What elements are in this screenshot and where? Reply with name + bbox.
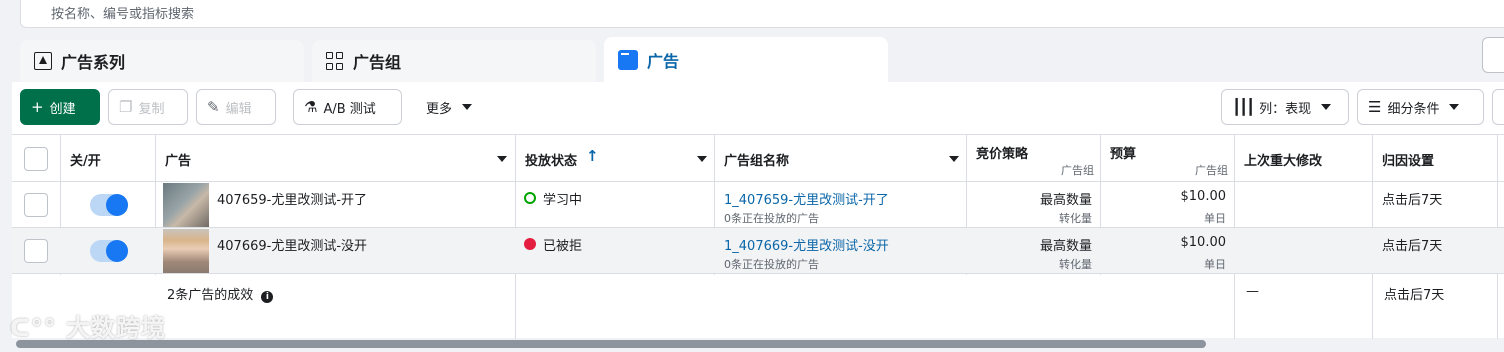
budget-value: $10.00 [1180, 235, 1227, 250]
delivery-status: 学习中 [543, 193, 583, 208]
adset-name-link[interactable]: 1_407669-尤里改测试-没开 [724, 235, 889, 254]
table-row[interactable]: 407659-尤里改测试-开了 学习中 1_407659-尤里改测试-开了 0条… [12, 182, 1504, 228]
bid-strategy-sub: 转化量 [1059, 258, 1092, 271]
header-bid-strategy[interactable]: 竞价策略 [976, 143, 1028, 162]
horizontal-scrollbar[interactable] [16, 340, 1206, 348]
ad-icon [618, 49, 638, 70]
attribution-value: 点击后7天 [1382, 193, 1443, 208]
budget-value: $10.00 [1180, 189, 1227, 204]
header-budget-sub: 广告组 [1195, 164, 1228, 177]
table-row[interactable]: 407669-尤里改测试-没开 已被拒 1_407669-尤里改测试-没开 0条… [12, 228, 1504, 274]
bid-strategy: 最高数量 [1039, 239, 1092, 254]
more-label: 更多 [426, 101, 453, 117]
columns-icon: ┃┃┃ [1232, 98, 1255, 116]
chevron-down-icon[interactable] [497, 156, 507, 162]
ad-thumbnail[interactable] [163, 229, 209, 273]
create-label: 创建 [49, 101, 76, 117]
edit-button[interactable]: ✎ 编辑 [196, 89, 276, 125]
toolbar-overflow-button[interactable] [1492, 89, 1504, 125]
ad-name[interactable]: 407669-尤里改测试-没开 [217, 235, 367, 254]
row-checkbox[interactable] [24, 239, 48, 263]
attribution-value: 点击后7天 [1382, 239, 1443, 254]
chevron-down-icon [1321, 104, 1332, 110]
select-all-checkbox[interactable] [24, 147, 48, 171]
adset-name-link[interactable]: 1_407659-尤里改测试-开了 [724, 189, 889, 208]
table-header: 关/开 广告 投放状态 ↑ 广告组名称 竞价策略 广告组 预算 广告组 上次重大… [12, 135, 1504, 182]
adset-sub: 0条正在投放的广告 [724, 258, 819, 271]
header-bid-strategy-sub: 广告组 [1061, 164, 1094, 177]
ad-name[interactable]: 407659-尤里改测试-开了 [217, 189, 367, 208]
chevron-down-icon [1449, 104, 1460, 110]
summary-attribution: 点击后7天 [1384, 288, 1445, 303]
search-placeholder[interactable]: 按名称、编号或指标搜索 [51, 3, 194, 22]
ad-set-icon [326, 52, 344, 70]
more-button[interactable]: 更多 [416, 89, 496, 125]
duplicate-label: 复制 [138, 101, 165, 117]
adset-sub: 0条正在投放的广告 [724, 212, 819, 225]
bid-strategy: 最高数量 [1039, 193, 1092, 208]
flask-icon: ⚗ [304, 98, 318, 116]
duplicate-button[interactable]: ❐ 复制 [108, 89, 188, 125]
header-attribution[interactable]: 归因设置 [1382, 150, 1434, 169]
header-ad[interactable]: 广告 [165, 150, 191, 169]
chevron-down-icon[interactable] [949, 156, 959, 162]
ad-toggle[interactable] [90, 194, 128, 216]
status-indicator [524, 238, 536, 250]
columns-label: 列：表现 [1259, 101, 1312, 117]
watermark-logo-icon: ᑕ°° [10, 314, 57, 342]
tab-ads[interactable]: 广告 [604, 37, 888, 82]
search-bar[interactable]: 按名称、编号或指标搜索 [20, 0, 1504, 28]
sort-ascending-icon[interactable]: ↑ [586, 147, 599, 165]
tab-campaigns[interactable]: 广告系列 [20, 40, 304, 82]
header-budget[interactable]: 预算 [1110, 143, 1136, 162]
bid-strategy-sub: 转化量 [1059, 212, 1092, 225]
duplicate-icon: ❐ [119, 98, 133, 116]
tab-ad-sets[interactable]: 广告组 [312, 40, 596, 82]
watermark-text: 大数跨境 [65, 314, 166, 342]
status-indicator [524, 192, 536, 204]
chevron-down-icon[interactable] [697, 156, 707, 162]
breakdown-button[interactable]: ☰ 细分条件 [1357, 89, 1484, 125]
campaign-icon [34, 52, 52, 70]
tab-campaigns-label: 广告系列 [61, 53, 126, 72]
tab-ads-label: 广告 [647, 51, 680, 71]
ab-test-button[interactable]: ⚗ A/B 测试 [293, 89, 402, 125]
summary-last-edit: — [1246, 284, 1259, 299]
budget-sub: 单日 [1204, 212, 1226, 225]
tab-ad-sets-label: 广告组 [353, 53, 402, 72]
ab-test-label: A/B 测试 [323, 101, 376, 117]
info-icon[interactable]: i [261, 291, 274, 303]
ads-table: 关/开 广告 投放状态 ↑ 广告组名称 竞价策略 广告组 预算 广告组 上次重大… [12, 134, 1504, 339]
delivery-status: 已被拒 [543, 239, 583, 254]
toolbar: + 创建 ❐ 复制 ✎ 编辑 ⚗ A/B 测试 更多 ┃┃┃ 列：表现 ☰ 细分… [12, 82, 1504, 134]
header-adset-name[interactable]: 广告组名称 [724, 150, 789, 169]
row-checkbox[interactable] [24, 193, 48, 217]
columns-button[interactable]: ┃┃┃ 列：表现 [1221, 89, 1349, 125]
breakdown-icon: ☰ [1368, 98, 1382, 116]
budget-sub: 单日 [1204, 258, 1226, 271]
chevron-down-icon [462, 104, 473, 110]
side-panel-button[interactable] [1482, 37, 1504, 73]
pencil-icon: ✎ [207, 98, 220, 116]
header-last-edit[interactable]: 上次重大修改 [1244, 150, 1322, 169]
summary-label-text: 2条广告的成效 [167, 288, 254, 303]
plus-icon: + [31, 98, 44, 116]
breakdown-label: 细分条件 [1387, 101, 1440, 117]
edit-label: 编辑 [225, 101, 252, 117]
watermark: ᑕ°° 大数跨境 [10, 308, 166, 343]
header-on-off[interactable]: 关/开 [70, 150, 101, 169]
ad-toggle[interactable] [90, 240, 128, 262]
header-delivery[interactable]: 投放状态 [525, 150, 577, 169]
create-button[interactable]: + 创建 [20, 89, 100, 125]
ad-thumbnail[interactable] [163, 183, 209, 227]
summary-label: 2条广告的成效 i [167, 284, 274, 303]
